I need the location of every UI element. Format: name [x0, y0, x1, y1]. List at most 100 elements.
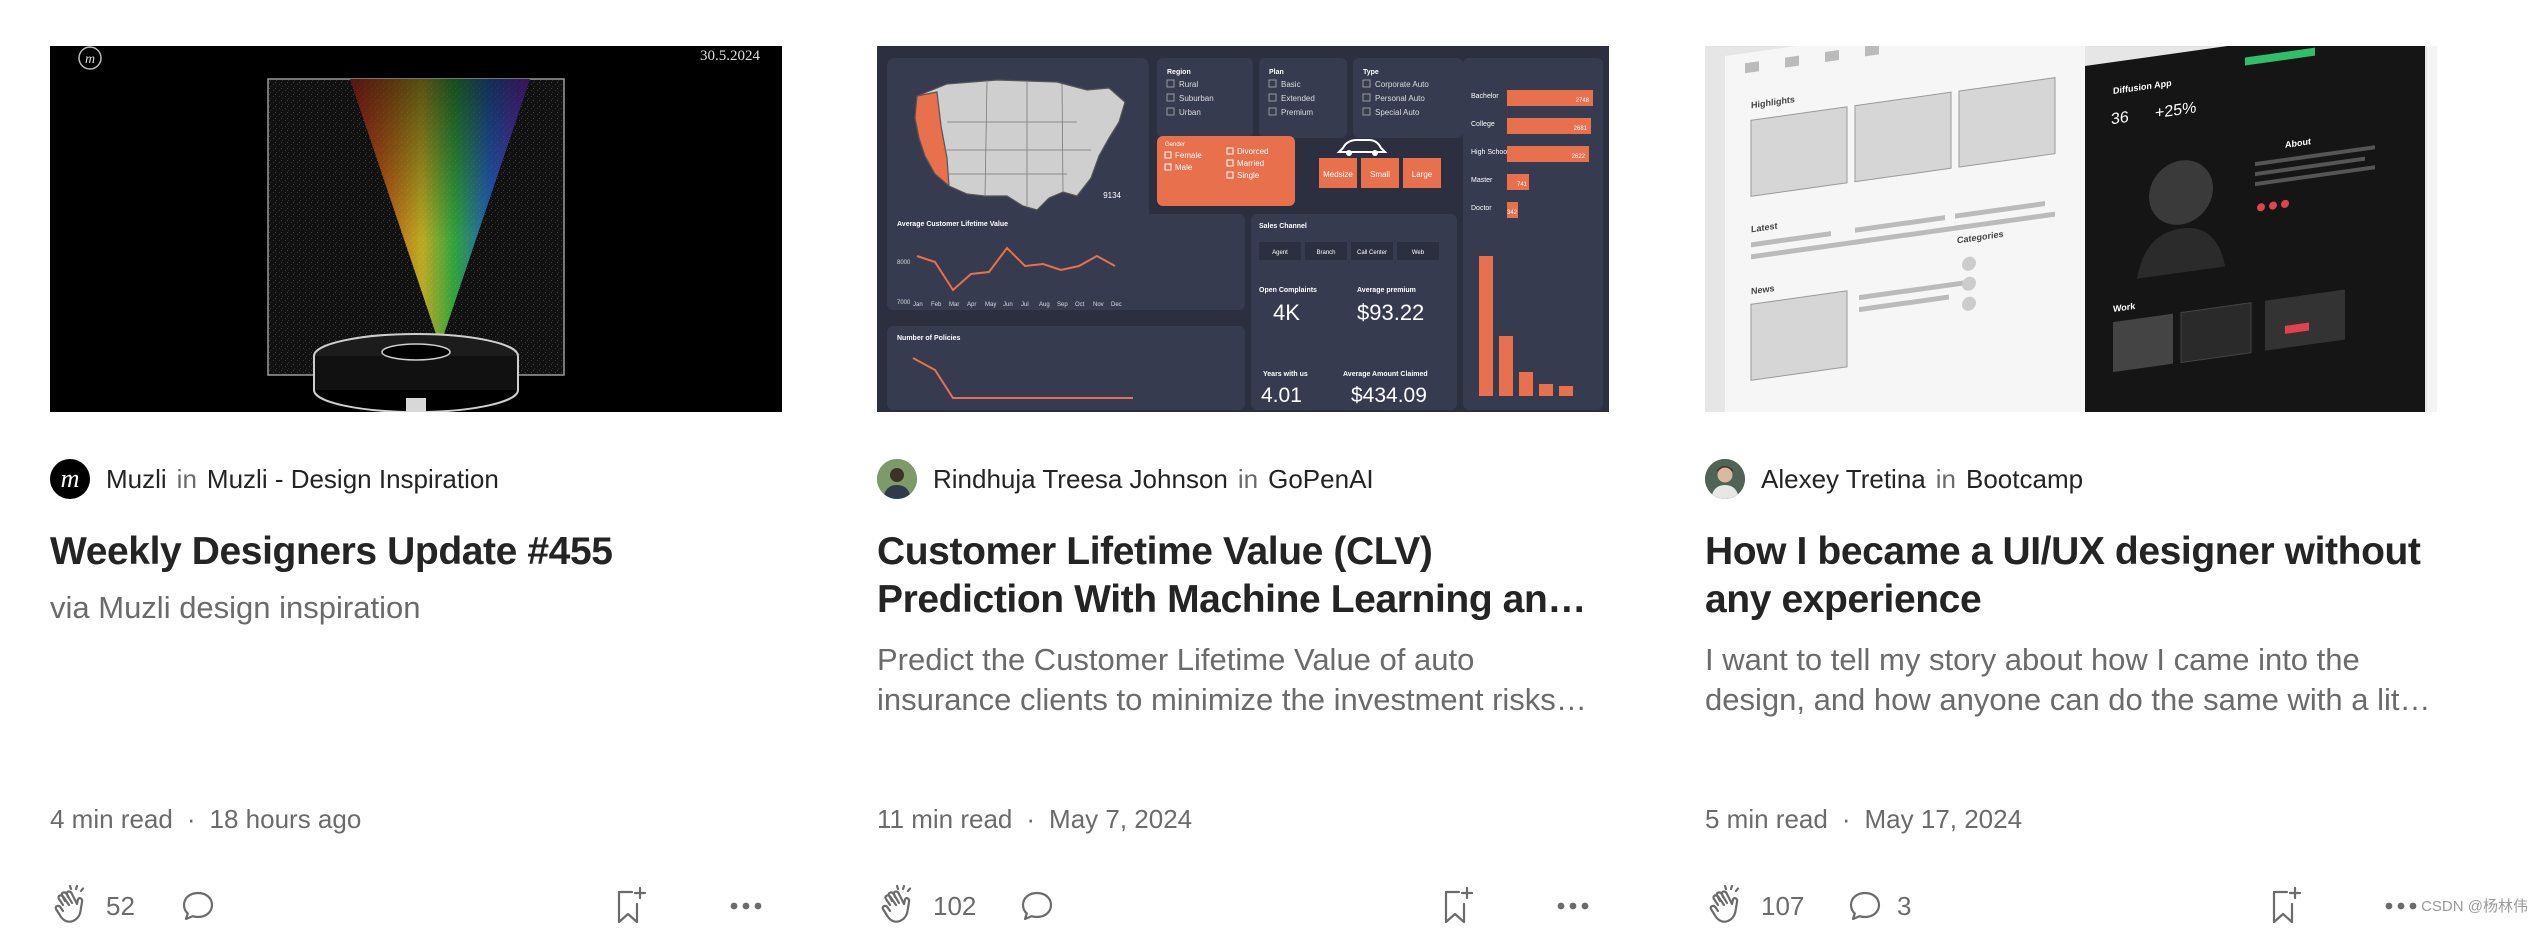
bookmark-button[interactable] — [2263, 882, 2307, 930]
bookmark-button[interactable] — [1435, 882, 1479, 930]
svg-text:Dec: Dec — [1111, 302, 1122, 308]
clap-button[interactable]: 102 — [877, 882, 976, 930]
avatar[interactable] — [877, 459, 917, 499]
edu-label: Master — [1471, 177, 1493, 184]
article-thumbnail[interactable]: 9134 Region Rural Suburban Urban Plan Ba… — [877, 46, 1609, 412]
svg-text:Feb: Feb — [931, 302, 942, 308]
more-options-button[interactable] — [2381, 882, 2421, 930]
clap-icon — [1705, 884, 1749, 928]
article-thumbnail[interactable]: Highlights Latest News Categories Diffus… — [1705, 46, 2437, 412]
edu-value: 342 — [1507, 210, 1518, 216]
filter-option: Rural — [1179, 80, 1198, 89]
filter-option: Male — [1175, 163, 1193, 172]
author-line: m Muzli in Muzli - Design Inspiration — [50, 458, 499, 500]
sales-option: Branch — [1316, 250, 1335, 256]
bookmark-add-icon — [1435, 884, 1479, 928]
comment-button[interactable] — [178, 882, 230, 930]
more-icon — [726, 886, 766, 926]
comment-button[interactable]: 3 — [1845, 882, 1911, 930]
bookmark-add-icon — [2263, 884, 2307, 928]
edu-label: Bachelor — [1471, 93, 1499, 100]
edu-value: 741 — [1517, 182, 1528, 188]
article-actions: 52 — [50, 882, 782, 930]
edu-label: Doctor — [1471, 205, 1492, 212]
clap-icon — [50, 884, 94, 928]
bookmark-button[interactable] — [608, 882, 652, 930]
axis-tick: 8000 — [897, 260, 911, 266]
clap-button[interactable]: 52 — [50, 882, 135, 930]
publication-name[interactable]: Muzli - Design Inspiration — [207, 464, 499, 495]
article-meta: 11 min read · May 7, 2024 — [877, 804, 1192, 835]
filter-option: Corporate Auto — [1375, 80, 1429, 89]
sales-option: Agent — [1272, 250, 1288, 256]
article-meta: 4 min read · 18 hours ago — [50, 804, 361, 835]
watermark: CSDN @杨林伟 — [2421, 898, 2528, 915]
in-label: in — [1935, 463, 1956, 494]
comment-count: 3 — [1897, 890, 1912, 921]
map-count: 9134 — [1103, 191, 1121, 200]
kpi-value: 4.01 — [1261, 384, 1302, 407]
author-name[interactable]: Alexey Tretina — [1761, 464, 1926, 495]
author-line: Rindhuja Treesa Johnson in GoPenAI — [877, 458, 1374, 500]
sales-option: Call Center — [1357, 250, 1387, 256]
more-icon — [2381, 886, 2421, 926]
svg-text:Jun: Jun — [1003, 302, 1013, 308]
comment-button[interactable] — [1017, 882, 1069, 930]
svg-text:Sep: Sep — [1057, 302, 1068, 308]
edu-value: 2748 — [1576, 98, 1590, 104]
filter-option: Married — [1237, 159, 1264, 168]
meta-separator: · — [186, 804, 196, 834]
svg-text:Nov: Nov — [1093, 302, 1104, 308]
size-option: Small — [1370, 170, 1390, 179]
author-name[interactable]: Rindhuja Treesa Johnson — [933, 464, 1228, 495]
meta-separator: · — [1026, 804, 1036, 834]
kpi-label: Open Complaints — [1259, 287, 1317, 294]
filter-option: Premium — [1281, 108, 1313, 117]
filter-option: Personal Auto — [1375, 94, 1425, 103]
article-thumbnail[interactable]: m 30.5.2024 — [50, 46, 782, 412]
in-label: in — [1237, 463, 1259, 494]
publication-name[interactable]: GoPenAI — [1268, 464, 1374, 495]
read-time: 5 min read — [1705, 804, 1828, 834]
publication-name[interactable]: Bootcamp — [1966, 464, 2083, 495]
more-options-button[interactable] — [726, 882, 766, 930]
more-icon — [1553, 886, 1593, 926]
filter-option: Suburban — [1179, 94, 1214, 103]
article-subtitle[interactable]: I want to tell my story about how I came… — [1705, 640, 2437, 720]
article-meta: 5 min read · May 17, 2024 — [1705, 804, 2022, 835]
edu-value: 2681 — [1574, 126, 1588, 132]
svg-text:Jul: Jul — [1021, 302, 1029, 308]
chart-title: Average Customer Lifetime Value — [897, 221, 1008, 228]
article-title[interactable]: How I became a UI/UX designer without an… — [1705, 528, 2437, 624]
article-title[interactable]: Weekly Designers Update #455 — [50, 528, 782, 576]
avatar-photo-icon — [877, 459, 917, 499]
avatar-photo-icon — [1705, 459, 1745, 499]
meta-separator: · — [1841, 804, 1851, 834]
clap-count: 102 — [933, 890, 977, 921]
kpi-label: Average Amount Claimed — [1343, 371, 1428, 378]
more-options-button[interactable] — [1553, 882, 1593, 930]
filter-title: Type — [1363, 69, 1379, 76]
publish-date: May 7, 2024 — [1049, 804, 1193, 834]
filter-title: Plan — [1269, 69, 1284, 76]
svg-text:Mar: Mar — [949, 302, 959, 308]
kpi-value: 4K — [1273, 300, 1300, 325]
article-subtitle[interactable]: via Muzli design inspiration — [50, 588, 782, 628]
edu-value: 2622 — [1572, 154, 1586, 160]
author-name[interactable]: Muzli — [106, 464, 167, 495]
filter-option: Special Auto — [1375, 108, 1420, 117]
clap-count: 107 — [1761, 890, 1805, 921]
article-title[interactable]: Customer Lifetime Value (CLV) Prediction… — [877, 528, 1609, 624]
article-subtitle[interactable]: Predict the Customer Lifetime Value of a… — [877, 640, 1609, 720]
svg-text:Aug: Aug — [1039, 302, 1050, 308]
clap-button[interactable]: 107 — [1705, 882, 1804, 930]
sales-option: Web — [1412, 250, 1425, 256]
avatar[interactable]: m — [50, 459, 90, 499]
comment-icon — [178, 886, 218, 926]
filter-option: Extended — [1281, 94, 1315, 103]
edu-label: High School — [1471, 149, 1509, 156]
chart-title: Sales Channel — [1259, 223, 1307, 230]
thumb-logo-letter: m — [85, 52, 95, 67]
svg-text:Oct: Oct — [1075, 302, 1085, 308]
avatar[interactable] — [1705, 459, 1745, 499]
